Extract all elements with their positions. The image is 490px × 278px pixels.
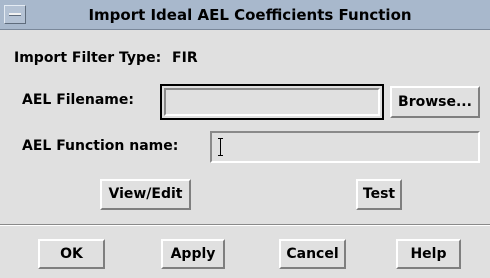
cancel-button[interactable]: Cancel — [279, 239, 346, 269]
help-button[interactable]: Help — [396, 239, 461, 269]
apply-button[interactable]: Apply — [161, 239, 225, 269]
title-bar: Import Ideal AEL Coefficients Function — [0, 0, 490, 30]
window-title: Import Ideal AEL Coefficients Function — [88, 6, 412, 24]
footer-separator — [0, 224, 490, 226]
window-menu-button[interactable] — [4, 5, 26, 24]
ael-function-name-label: AEL Function name: — [22, 138, 179, 154]
ael-filename-field[interactable] — [160, 84, 384, 120]
ael-filename-input[interactable] — [164, 88, 380, 116]
view-edit-button[interactable]: View/Edit — [100, 179, 191, 210]
browse-button[interactable]: Browse... — [390, 86, 480, 118]
text-cursor-icon — [218, 138, 224, 156]
ael-filename-label: AEL Filename: — [22, 92, 134, 108]
filter-type-label: Import Filter Type: — [14, 50, 162, 66]
ael-function-name-field[interactable] — [210, 131, 480, 163]
filter-type-value: FIR — [172, 50, 198, 66]
filter-type-row: Import Filter Type: FIR — [14, 50, 198, 66]
window-menu-icon — [9, 13, 21, 16]
test-button[interactable]: Test — [356, 179, 402, 210]
ok-button[interactable]: OK — [38, 239, 105, 269]
